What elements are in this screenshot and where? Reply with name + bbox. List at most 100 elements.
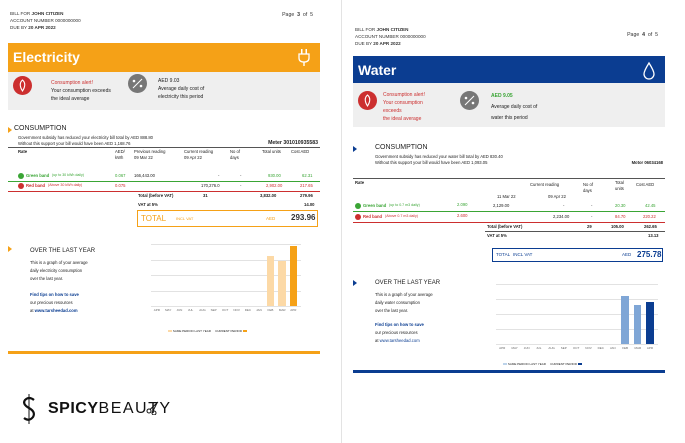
leaf-icon (358, 91, 377, 110)
cost-gauge-icon (460, 91, 479, 110)
electricity-usage-chart: APR MAY JUN JUL AUG SEP OCT NOV DEC JAN FEB MAR APR (133, 242, 301, 314)
x-tick-label: SEP (560, 346, 567, 350)
bar-current-period (621, 296, 630, 344)
red-rule (353, 222, 665, 223)
chart-gridline (496, 344, 658, 345)
bar-current-period (633, 305, 642, 344)
x-tick-label: DEC (244, 308, 252, 312)
average-cost-text: AED 9.03 Average daily cost of electricity… (158, 78, 205, 100)
green-rule (353, 211, 665, 212)
x-tick-label: JAN (256, 308, 262, 312)
x-tick-label: APR (646, 346, 654, 350)
green-rule (8, 181, 320, 182)
legend-swatch-last-year (168, 330, 172, 332)
subsidy-line-2: Without this support your bill would hav… (18, 141, 131, 146)
bar-current-period (266, 256, 275, 306)
red-dot-icon (18, 183, 24, 189)
table-rule (8, 147, 320, 148)
legend-swatch-current (242, 330, 247, 332)
table-row-red: Red band (Above 0.7 m3 daily) 2.600 2,23… (353, 213, 665, 222)
water-usage-chart: APR MAY JUN JUL AUG SEP OCT NOV DEC JAN FEB MAR APR (478, 282, 658, 352)
x-tick-label: SEP (210, 308, 217, 312)
bar-current-period (278, 260, 286, 306)
consumption-section: CONSUMPTION Government subsidy has reduc… (8, 123, 320, 233)
section-title: Water (358, 62, 397, 78)
alert-text: Consumption alert! Your consumption excee… (51, 80, 111, 102)
x-tick-label: NOV (233, 308, 240, 312)
vat-row: VAT at 5% 13.13 (487, 233, 659, 238)
legend-swatch-last-year (503, 363, 507, 365)
table-row-green: Green band (up to 30 kWh daily) 0.067 16… (8, 173, 320, 181)
vat-row: VAT at 5% 14.00 (138, 202, 315, 207)
x-tick-label: AUG (548, 346, 555, 350)
chart-gridline (151, 244, 301, 245)
table-header: Rate AED/ kWh Previous reading 09 Mar 22… (18, 149, 310, 160)
legend-swatch-current (577, 363, 582, 365)
grand-total-box: TOTAL INCL VAT AED 275.78 (492, 248, 663, 262)
meter-number: Motor 06034168 (631, 160, 663, 165)
section-title: Electricity (13, 49, 80, 65)
x-tick-label: NOV (585, 346, 592, 350)
brand-mark-icon (23, 394, 35, 424)
chart-gridline (496, 299, 658, 300)
red-dot-icon (355, 214, 361, 220)
chart-gridline (151, 306, 301, 307)
brand-logo: SPICYBEAUTY (18, 393, 178, 427)
green-dot-icon (355, 203, 361, 209)
x-tick-label: JUN (523, 346, 530, 350)
table-header: Rate Current reading No of days Total un… (355, 180, 655, 199)
consumption-heading: CONSUMPTION (375, 144, 428, 151)
x-tick-label: APR (290, 308, 297, 312)
subsidy-line-2: Without this support your bill would hav… (375, 160, 488, 165)
page-number: Page 3 of 5 (282, 12, 313, 18)
subsidy-line-1: Government subsidy has reduced your elec… (18, 135, 153, 140)
yearly-description: This is a graph of your average daily wat… (375, 292, 433, 313)
section-arrow-icon (353, 280, 357, 286)
consumption-heading: CONSUMPTION (14, 125, 67, 132)
save-tips: Find tips on how to save our precious re… (30, 292, 79, 313)
chart-gridline (496, 284, 658, 285)
meter-number: Meter 301010935583 (268, 140, 318, 146)
alert-text: Consumption alert! Your consumption exceed… (383, 92, 425, 122)
water-drop-icon (643, 61, 655, 80)
x-tick-label: JUL (536, 346, 542, 350)
section-arrow-icon (8, 246, 12, 252)
x-tick-label: JAN (609, 346, 616, 350)
subsidy-line-1: Government subsidy has reduced your wate… (375, 154, 503, 159)
yearly-section: OVER THE LAST YEAR This is a graph of yo… (353, 274, 665, 372)
bar-current-period (289, 246, 297, 306)
x-tick-label: FEB (622, 346, 629, 350)
page-divider (341, 0, 342, 443)
green-dot-icon (18, 173, 24, 179)
tips-link[interactable]: www.tarsheedad.com (380, 338, 420, 343)
footer-bar (353, 370, 665, 373)
x-tick-label: JUL (187, 308, 194, 312)
x-tick-label: APR (153, 308, 160, 312)
x-tick-label: JUN (176, 308, 183, 312)
save-tips: Find tips on how to save our precious re… (375, 322, 424, 343)
tips-link[interactable]: www.tarsheedad.com (35, 308, 78, 313)
x-tick-label: MAY (511, 346, 518, 350)
electricity-banner: Electricity (8, 43, 320, 72)
x-tick-label: AUG (199, 308, 206, 312)
grand-total-box: TOTAL INCL VAT AED 293.96 (137, 210, 318, 227)
x-tick-label: FEB (267, 308, 274, 312)
x-tick-label: MAR (278, 308, 286, 312)
consumption-alert-box: Consumption alert! Your consumption exceed… (353, 83, 665, 127)
average-cost-text: AED 9.05 Average daily cost of water this … (491, 93, 538, 121)
yearly-heading: OVER THE LAST YEAR (30, 248, 96, 254)
bar-current-period (645, 302, 654, 344)
table-row-red: Red band (Above 30 kWh daily) 0.075 170,… (8, 183, 320, 191)
plug-icon (298, 49, 310, 66)
yearly-section: OVER THE LAST YEAR This is a graph of yo… (8, 240, 320, 346)
section-arrow-icon (8, 127, 12, 133)
scissors-icon (146, 401, 159, 415)
x-tick-label: APR (499, 346, 506, 350)
chart-legend: SAME PERIOD LAST YEAR CURRENT PERIOD (168, 329, 247, 335)
table-row-green: Green band (up to 0.7 m3 daily) 2.090 2,… (353, 202, 665, 211)
x-tick-label: OCT (573, 346, 580, 350)
chart-legend: SAME PERIOD LAST YEAR CURRENT PERIOD (503, 362, 582, 368)
x-tick-label: MAY (165, 308, 172, 312)
bill-page-electricity: BILL FOR JOHN CITIZEN ACCOUNT NUMBER 000… (5, 0, 323, 400)
yearly-heading: OVER THE LAST YEAR (375, 280, 441, 286)
